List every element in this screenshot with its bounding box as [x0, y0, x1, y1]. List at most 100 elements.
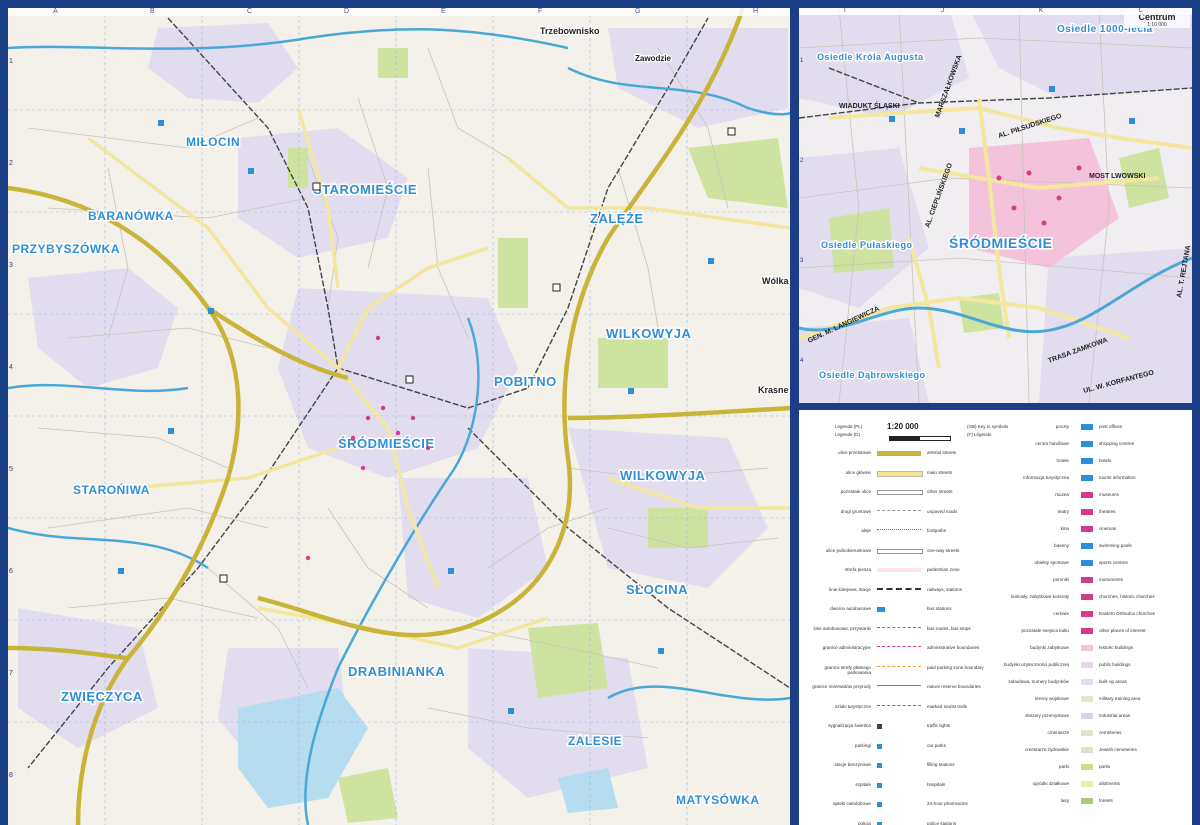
inset-district-label: Osiedle Króla Augusta — [817, 52, 924, 62]
map-legend: Legenda (PL) Legende (D) 1:20 000 (GB) K… — [799, 410, 1192, 825]
legend-symbol — [1081, 492, 1093, 498]
legend-symbol — [1081, 509, 1093, 515]
grid-row-label: 3 — [9, 262, 13, 269]
grid-ruler-top: A B C D E F G H — [8, 8, 790, 16]
inset-grid-row-label: 4 — [800, 358, 804, 364]
place-label: Trzebownisko — [540, 26, 600, 36]
grid-col-label: A — [53, 8, 58, 15]
district-label: PRZYBYSZÓWKA — [12, 241, 120, 256]
legend-symbol — [1081, 747, 1093, 753]
legend-symbol — [1081, 424, 1093, 430]
legend-symbol — [1081, 458, 1093, 464]
legend-item-en: cemeteries — [1099, 730, 1122, 735]
legend-item-en: forests — [1099, 798, 1113, 803]
legend-item-pl: teatry — [1057, 509, 1070, 514]
legend-row: hotele hotels — [799, 458, 1192, 473]
inset-grid-row-label: 3 — [800, 258, 804, 264]
legend-row: obiekty sportowe sports centres — [799, 560, 1192, 575]
inset-grid-ruler-top: I J K L — [799, 8, 1192, 15]
legend-row: parki parks — [799, 764, 1192, 779]
grid-row-label: 1 — [9, 58, 13, 65]
legend-row: baseny swimming pools — [799, 543, 1192, 558]
district-label: SŁOCINA — [626, 582, 688, 597]
place-label: Krasne — [758, 385, 789, 395]
legend-item-pl: ogródki działkowe — [1032, 781, 1069, 786]
legend-row: policja police stations — [799, 821, 1192, 825]
legend-row: informacja turystyczna tourist informatio… — [799, 475, 1192, 490]
legend-item-pl: policja — [857, 820, 871, 825]
inset-grid-row-label: 1 — [800, 58, 804, 64]
district-label: ZALESIE — [568, 734, 622, 748]
legend-symbol — [1081, 781, 1093, 787]
legend-symbol — [1081, 611, 1093, 617]
legend-symbol — [1081, 475, 1093, 481]
legend-item-pl: pozostałe miejsca kultu — [1021, 628, 1070, 633]
district-label: STAROMIEŚCIE — [313, 182, 417, 197]
inset-street-label: WIADUKT ŚLĄSKI — [839, 101, 900, 110]
legend-item-pl: tereny wojskowe — [1035, 696, 1069, 701]
legend-item-en: police stations — [927, 820, 957, 825]
legend-row: kina cinemas — [799, 526, 1192, 541]
legend-symbol — [1081, 628, 1093, 634]
grid-row-label: 6 — [9, 568, 13, 575]
legend-row: teatry theatres — [799, 509, 1192, 524]
legend-item-en: historic buildings — [1099, 645, 1133, 650]
legend-item-en: sports centres — [1099, 560, 1128, 565]
main-map[interactable]: MIŁOCIN BARANÓWKA PRZYBYSZÓWKA STAROMIEŚ… — [8, 8, 790, 825]
legend-row: lasy forests — [799, 798, 1192, 813]
legend-item-en: Eastern Orthodox churches — [1099, 611, 1155, 616]
legend-item-en: monuments — [1099, 577, 1124, 582]
station-icon — [405, 375, 414, 384]
legend-symbol — [1081, 543, 1093, 549]
legend-symbol — [1081, 662, 1093, 668]
legend-symbol — [1081, 526, 1093, 532]
legend-item-pl: centra handlowe — [1035, 441, 1069, 446]
grid-col-label: F — [538, 8, 543, 15]
legend-item-en: post offices — [1099, 424, 1123, 429]
legend-symbol — [1081, 645, 1093, 651]
district-label: ZWIĘCZYCA — [61, 689, 143, 704]
district-label: MATYSÓWKA — [676, 792, 760, 807]
legend-item-en: tourist information — [1099, 475, 1136, 480]
district-label: ZALĘŻE — [590, 211, 644, 226]
grid-row-label: 8 — [9, 772, 13, 779]
station-icon — [312, 182, 321, 191]
legend-item-pl: kina — [1060, 526, 1069, 531]
legend-item-en: military training area — [1099, 696, 1141, 701]
inset-map-centrum[interactable]: Osiedle 1000-lecia Osiedle Króla Augusta… — [799, 8, 1192, 403]
legend-item-pl: hotele — [1056, 458, 1069, 463]
legend-item-pl: obiekty sportowe — [1034, 560, 1069, 565]
legend-symbol — [1081, 764, 1093, 770]
legend-symbol — [1081, 560, 1093, 566]
legend-row: pomniki monuments — [799, 577, 1192, 592]
inset-street-label: MOST LWOWSKI — [1089, 173, 1145, 180]
legend-item-en: swimming pools — [1099, 543, 1132, 548]
main-map-canvas: MIŁOCIN BARANÓWKA PRZYBYSZÓWKA STAROMIEŚ… — [8, 8, 790, 825]
district-label: MIŁOCIN — [186, 135, 240, 149]
inset-grid-col-label: J — [941, 8, 944, 14]
legend-row: muzea museums — [799, 492, 1192, 507]
inset-grid-col-label: L — [1139, 8, 1143, 14]
legend-item-en: other places of interest — [1099, 628, 1146, 633]
legend-row: cmentarze cemeteries — [799, 730, 1192, 745]
legend-item-en: museums — [1099, 492, 1119, 497]
legend-item-pl: pomniki — [1053, 577, 1069, 582]
legend-symbol — [1081, 577, 1093, 583]
grid-col-label: G — [635, 8, 641, 15]
legend-item-pl: cmentarze — [1047, 730, 1069, 735]
grid-col-label: C — [247, 8, 253, 15]
place-label: Zawodzie — [635, 54, 672, 63]
legend-row: pozostałe miejsca kultu other places of i… — [799, 628, 1192, 643]
legend-symbol — [1081, 713, 1093, 719]
inset-grid-col-label: K — [1039, 8, 1044, 14]
district-label: DRABINIANKA — [348, 664, 445, 679]
legend-item-en: industrial areas — [1099, 713, 1131, 718]
grid-col-label: B — [150, 8, 155, 15]
legend-item-en: theatres — [1099, 509, 1116, 514]
legend-row: budynki użyteczności publicznej public bu… — [799, 662, 1192, 677]
district-label: WILKOWYJA — [620, 468, 705, 483]
grid-row-label: 5 — [9, 466, 13, 473]
station-icon — [219, 574, 228, 583]
legend-symbol — [877, 821, 882, 825]
legend-row: centra handlowe shopping centres — [799, 441, 1192, 456]
